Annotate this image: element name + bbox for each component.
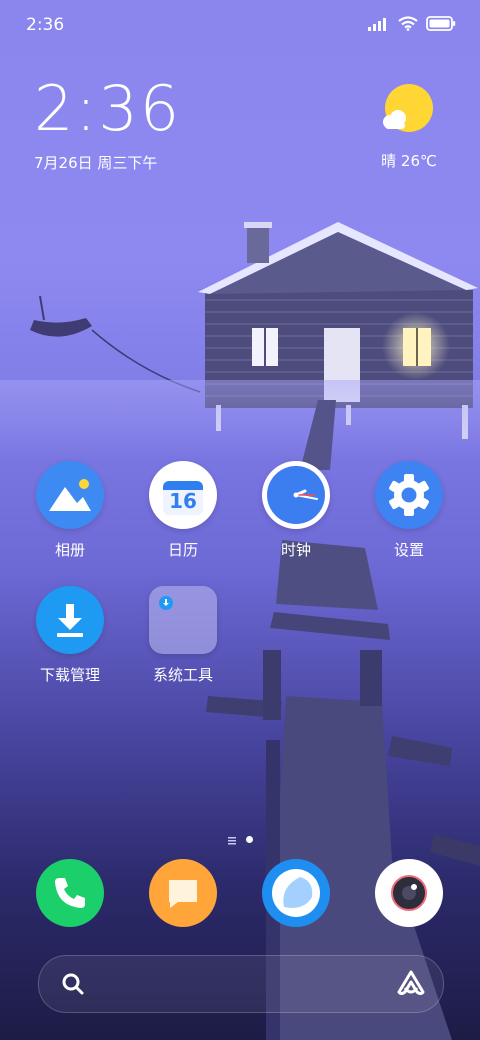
calendar-icon: 16 <box>149 461 217 529</box>
app-label: 系统工具 <box>152 666 213 684</box>
download-icon <box>36 586 104 654</box>
app-calendar[interactable]: 16 日历 <box>133 461 233 560</box>
app-system-tools-folder[interactable]: 系统工具 <box>133 586 233 685</box>
app-label: 设置 <box>393 541 424 559</box>
wifi-icon <box>398 16 418 35</box>
app-gallery[interactable]: 相册 <box>20 461 120 560</box>
widget-time: 2:36 <box>34 72 182 145</box>
app-label: 相册 <box>54 541 85 559</box>
weather-condition: 晴 26℃ <box>381 152 437 170</box>
status-time: 2:36 <box>26 15 65 35</box>
home-screen: 2:36 2:36 7月26日 周三下午 晴 26℃ 相册 16 日历 时钟 设… <box>0 0 480 1040</box>
camera-icon[interactable] <box>375 859 443 927</box>
search-icon <box>61 972 85 1000</box>
app-clock[interactable]: 时钟 <box>246 461 346 560</box>
mini-download-icon <box>159 596 173 610</box>
app-settings[interactable]: 设置 <box>359 461 459 560</box>
settings-gear-icon <box>375 461 443 529</box>
page-indicator[interactable] <box>200 830 280 849</box>
app-label: 下载管理 <box>39 666 100 684</box>
assistant-icon[interactable] <box>397 970 425 1000</box>
sun-with-cloud-icon <box>381 84 437 140</box>
battery-icon <box>426 16 456 35</box>
signal-icon <box>368 16 390 35</box>
clock-widget[interactable]: 2:36 7月26日 周三下午 <box>34 78 181 173</box>
search-bar[interactable] <box>38 955 444 1013</box>
page-list-icon <box>227 830 236 849</box>
status-bar: 2:36 <box>0 0 480 50</box>
calendar-day: 16 <box>169 489 197 513</box>
app-label: 时钟 <box>280 541 311 559</box>
app-download-manager[interactable]: 下载管理 <box>20 586 120 685</box>
weather-widget[interactable]: 晴 26℃ <box>374 84 444 171</box>
messages-icon[interactable] <box>149 859 217 927</box>
phone-icon[interactable] <box>36 859 104 927</box>
browser-icon[interactable] <box>262 859 330 927</box>
clock-icon <box>262 461 330 529</box>
folder-icon <box>149 586 217 654</box>
widget-date: 7月26日 周三下午 <box>34 154 158 172</box>
gallery-icon <box>36 461 104 529</box>
page-dot-active <box>245 836 253 843</box>
app-label: 日历 <box>167 541 198 559</box>
